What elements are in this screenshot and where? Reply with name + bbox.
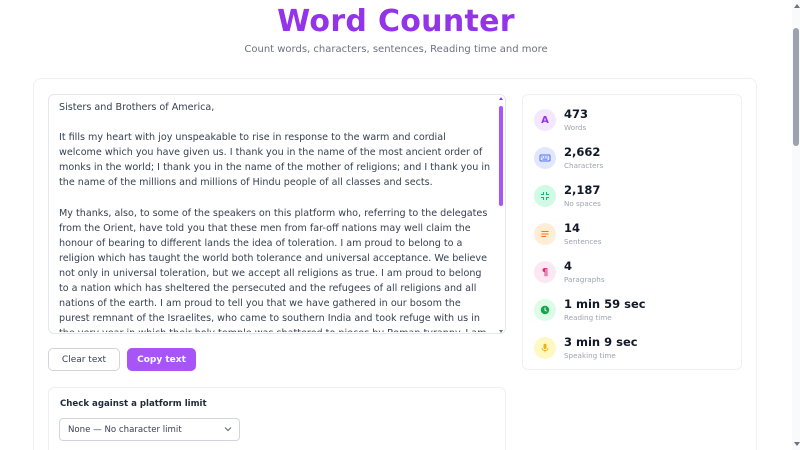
scroll-up-arrow-icon[interactable] [499, 97, 503, 100]
compress-icon [534, 185, 556, 207]
page-scroll-up-icon[interactable] [794, 4, 800, 8]
stat-label: Words [564, 123, 587, 132]
page-scroll-down-icon[interactable] [794, 442, 800, 446]
scroll-thumb[interactable] [499, 106, 503, 206]
editor-scrollbar[interactable] [498, 97, 504, 333]
chevron-down-icon [224, 427, 232, 432]
text-editor[interactable]: Sisters and Brothers of America, It fill… [48, 94, 506, 334]
scroll-down-arrow-icon[interactable] [499, 330, 503, 333]
stat-value: 2,662 [564, 145, 601, 159]
page-scrollbar[interactable] [792, 0, 800, 450]
stat-no-spaces: 2,187 No spaces [534, 183, 734, 213]
platform-limit-panel: Check against a platform limit None — No… [48, 387, 506, 450]
stat-label: Paragraphs [564, 275, 605, 284]
microphone-icon [534, 337, 556, 359]
stat-sentences: 14 Sentences [534, 221, 734, 251]
platform-limit-label: Check against a platform limit [60, 399, 207, 409]
stat-characters: 2,662 Characters [534, 145, 734, 175]
stat-paragraphs: ¶ 4 Paragraphs [534, 259, 734, 289]
stat-label: No spaces [564, 199, 601, 208]
clear-text-button[interactable]: Clear text [48, 348, 120, 371]
letter-a-icon: A [534, 109, 556, 131]
stat-speaking-time: 3 min 9 sec Speaking time [534, 335, 734, 365]
pilcrow-icon: ¶ [534, 261, 556, 283]
stat-label: Speaking time [564, 351, 616, 360]
stat-words: A 473 Words [534, 107, 734, 137]
stat-label: Reading time [564, 313, 612, 322]
stat-value: 3 min 9 sec [564, 335, 638, 349]
stats-panel: A 473 Words 2,662 Characters 2,187 No sp… [522, 94, 742, 370]
keyboard-icon [534, 147, 556, 169]
stat-value: 1 min 59 sec [564, 297, 646, 311]
stat-value: 473 [564, 107, 589, 121]
stat-value: 4 [564, 259, 573, 273]
editor-text[interactable]: Sisters and Brothers of America, It fill… [59, 100, 491, 332]
copy-text-button[interactable]: Copy text [127, 348, 196, 371]
stat-value: 2,187 [564, 183, 601, 197]
page-scroll-thumb[interactable] [793, 28, 799, 146]
stat-label: Characters [564, 161, 604, 170]
page-title: Word Counter [277, 4, 515, 39]
stat-value: 14 [564, 221, 581, 235]
clock-icon [534, 299, 556, 321]
platform-select-value: None — No character limit [68, 424, 182, 435]
stat-label: Sentences [564, 237, 602, 246]
page-subtitle: Count words, characters, sentences, Read… [244, 44, 548, 55]
platform-limit-select[interactable]: None — No character limit [59, 418, 240, 441]
stat-reading-time: 1 min 59 sec Reading time [534, 297, 734, 327]
lines-icon [534, 223, 556, 245]
